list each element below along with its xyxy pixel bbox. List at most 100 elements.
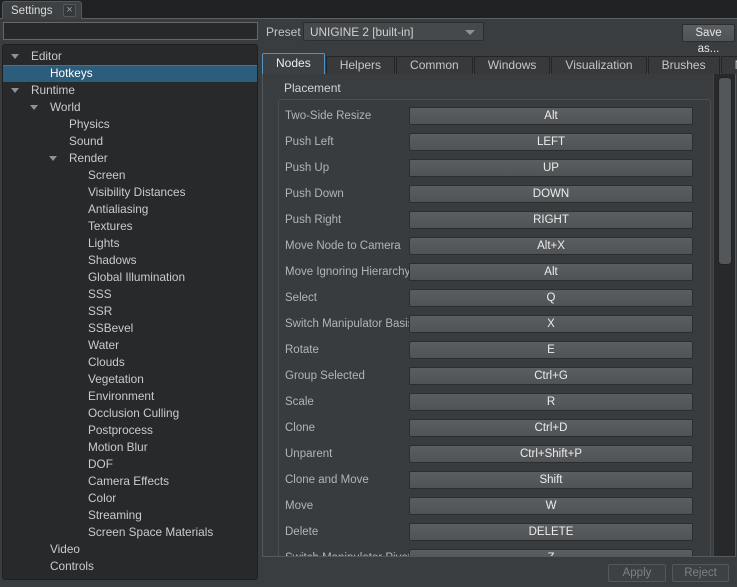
tree-item-ssbevel[interactable]: SSBevel (3, 320, 257, 337)
hotkey-button-push-up[interactable]: UP (409, 159, 693, 177)
tree-item-editor[interactable]: Editor (3, 48, 257, 65)
hotkey-button-push-right[interactable]: RIGHT (409, 211, 693, 229)
hotkey-button-move[interactable]: W (409, 497, 693, 515)
hotkey-button-switch-manipulator-pivot[interactable]: Z (409, 549, 693, 557)
tree-item-label: World (3, 100, 81, 114)
hotkey-button-group-selected[interactable]: Ctrl+G (409, 367, 693, 385)
hotkey-button-rotate[interactable]: E (409, 341, 693, 359)
hotkey-button-push-down[interactable]: DOWN (409, 185, 693, 203)
hotkey-action-label: Scale (279, 396, 409, 408)
chevron-down-icon (465, 30, 475, 35)
expander-arrow-icon[interactable] (30, 105, 38, 110)
tree-item-clouds[interactable]: Clouds (3, 354, 257, 371)
tree-item-streaming[interactable]: Streaming (3, 507, 257, 524)
hotkey-row: Group SelectedCtrl+G (279, 363, 710, 389)
tab-helpers[interactable]: Helpers (326, 56, 395, 74)
tree-item-screen[interactable]: Screen (3, 167, 257, 184)
expander-arrow-icon[interactable] (11, 54, 19, 59)
hotkey-button-move-ignoring-hierarchy[interactable]: Alt (409, 263, 693, 281)
hotkey-action-label: Clone (279, 422, 409, 434)
tree-item-screen-space-materials[interactable]: Screen Space Materials (3, 524, 257, 541)
tree-item-render[interactable]: Render (3, 150, 257, 167)
tree-item-hotkeys[interactable]: Hotkeys (3, 65, 257, 82)
tree-item-label: SSS (3, 287, 112, 301)
preset-label: Preset (266, 24, 301, 40)
apply-button[interactable]: Apply (608, 564, 666, 582)
save-as-button[interactable]: Save as... (682, 24, 735, 42)
tab-visualization[interactable]: Visualization (551, 56, 646, 74)
tree-item-visibility-distances[interactable]: Visibility Distances (3, 184, 257, 201)
tree-item-postprocess[interactable]: Postprocess (3, 422, 257, 439)
expander-arrow-icon[interactable] (11, 88, 19, 93)
close-icon[interactable]: × (63, 4, 76, 17)
hotkey-button-select[interactable]: Q (409, 289, 693, 307)
tab-common[interactable]: Common (396, 56, 473, 74)
hotkey-row: RotateE (279, 337, 710, 363)
hotkey-row: ScaleR (279, 389, 710, 415)
hotkey-button-delete[interactable]: DELETE (409, 523, 693, 541)
hotkey-button-clone[interactable]: Ctrl+D (409, 419, 693, 437)
placement-groupbox: Two-Side ResizeAltPush LeftLEFTPush UpUP… (278, 99, 711, 557)
tree-item-dof[interactable]: DOF (3, 456, 257, 473)
tab-windows[interactable]: Windows (474, 56, 551, 74)
settings-window: Settings × EditorHotkeysRuntimeWorld Phys… (0, 0, 737, 587)
scrollbar-thumb[interactable] (718, 77, 732, 265)
tree-item-label: Lights (3, 236, 119, 250)
tree-item-label: Color (3, 491, 116, 505)
hotkey-row: MoveW (279, 493, 710, 519)
hotkey-button-two-side-resize[interactable]: Alt (409, 107, 693, 125)
tree-item-label: Water (3, 338, 119, 352)
tree-item-sound[interactable]: Sound (3, 133, 257, 150)
tree-item-label: Screen (3, 168, 125, 182)
hotkeys-panel: Placement Two-Side ResizeAltPush LeftLEF… (262, 73, 736, 557)
search-input[interactable] (3, 22, 258, 40)
hotkey-button-push-left[interactable]: LEFT (409, 133, 693, 151)
tree-item-textures[interactable]: Textures (3, 218, 257, 235)
tree-item-antialiasing[interactable]: Antialiasing (3, 201, 257, 218)
tree-item-environment[interactable]: Environment (3, 388, 257, 405)
tree-item-ssr[interactable]: SSR (3, 303, 257, 320)
tree-item-label: Controls (3, 559, 94, 573)
tree-item-motion-blur[interactable]: Motion Blur (3, 439, 257, 456)
tree-item-video[interactable]: Video (3, 541, 257, 558)
expander-arrow-icon[interactable] (49, 156, 57, 161)
reject-button[interactable]: Reject (672, 564, 729, 582)
settings-tab-title: Settings (11, 5, 55, 17)
tree-item-controls[interactable]: Controls (3, 558, 257, 575)
tree-item-sss[interactable]: SSS (3, 286, 257, 303)
tree-item-occlusion-culling[interactable]: Occlusion Culling (3, 405, 257, 422)
tree-item-label: SSBevel (3, 321, 133, 335)
preset-value: UNIGINE 2 [built-in] (310, 25, 414, 39)
tree-item-color[interactable]: Color (3, 490, 257, 507)
vertical-scrollbar[interactable] (713, 74, 735, 556)
hotkey-button-switch-manipulator-basis[interactable]: X (409, 315, 693, 333)
tab-nodes[interactable]: Nodes (262, 53, 325, 74)
tab-brushes[interactable]: Brushes (648, 56, 720, 74)
tab-navigation[interactable]: Navigation (721, 56, 737, 74)
tree-item-vegetation[interactable]: Vegetation (3, 371, 257, 388)
tree-item-shadows[interactable]: Shadows (3, 252, 257, 269)
hotkey-button-scale[interactable]: R (409, 393, 693, 411)
tree-item-physics[interactable]: Physics (3, 116, 257, 133)
hotkey-row: Two-Side ResizeAlt (279, 103, 710, 129)
tree-item-label: Screen Space Materials (3, 525, 213, 539)
hotkey-action-label: Rotate (279, 344, 409, 356)
hotkey-button-unparent[interactable]: Ctrl+Shift+P (409, 445, 693, 463)
hotkey-row: UnparentCtrl+Shift+P (279, 441, 710, 467)
tree-item-label: Video (3, 542, 80, 556)
tree-item-global-illumination[interactable]: Global Illumination (3, 269, 257, 286)
hotkey-action-label: Push Up (279, 162, 409, 174)
hotkey-row: Switch Manipulator BasisX (279, 311, 710, 337)
settings-doc-tab[interactable]: Settings × (2, 1, 82, 19)
tree-item-label: Camera Effects (3, 474, 169, 488)
hotkey-button-move-node-to-camera[interactable]: Alt+X (409, 237, 693, 255)
tree-item-lights[interactable]: Lights (3, 235, 257, 252)
tree-item-runtime[interactable]: Runtime (3, 82, 257, 99)
tree-item-label: Visibility Distances (3, 185, 185, 199)
tree-item-camera-effects[interactable]: Camera Effects (3, 473, 257, 490)
preset-dropdown[interactable]: UNIGINE 2 [built-in] (303, 22, 484, 41)
tree-item-world[interactable]: World (3, 99, 257, 116)
tree-item-water[interactable]: Water (3, 337, 257, 354)
document-tab-strip: Settings × (0, 0, 737, 19)
hotkey-button-clone-and-move[interactable]: Shift (409, 471, 693, 489)
